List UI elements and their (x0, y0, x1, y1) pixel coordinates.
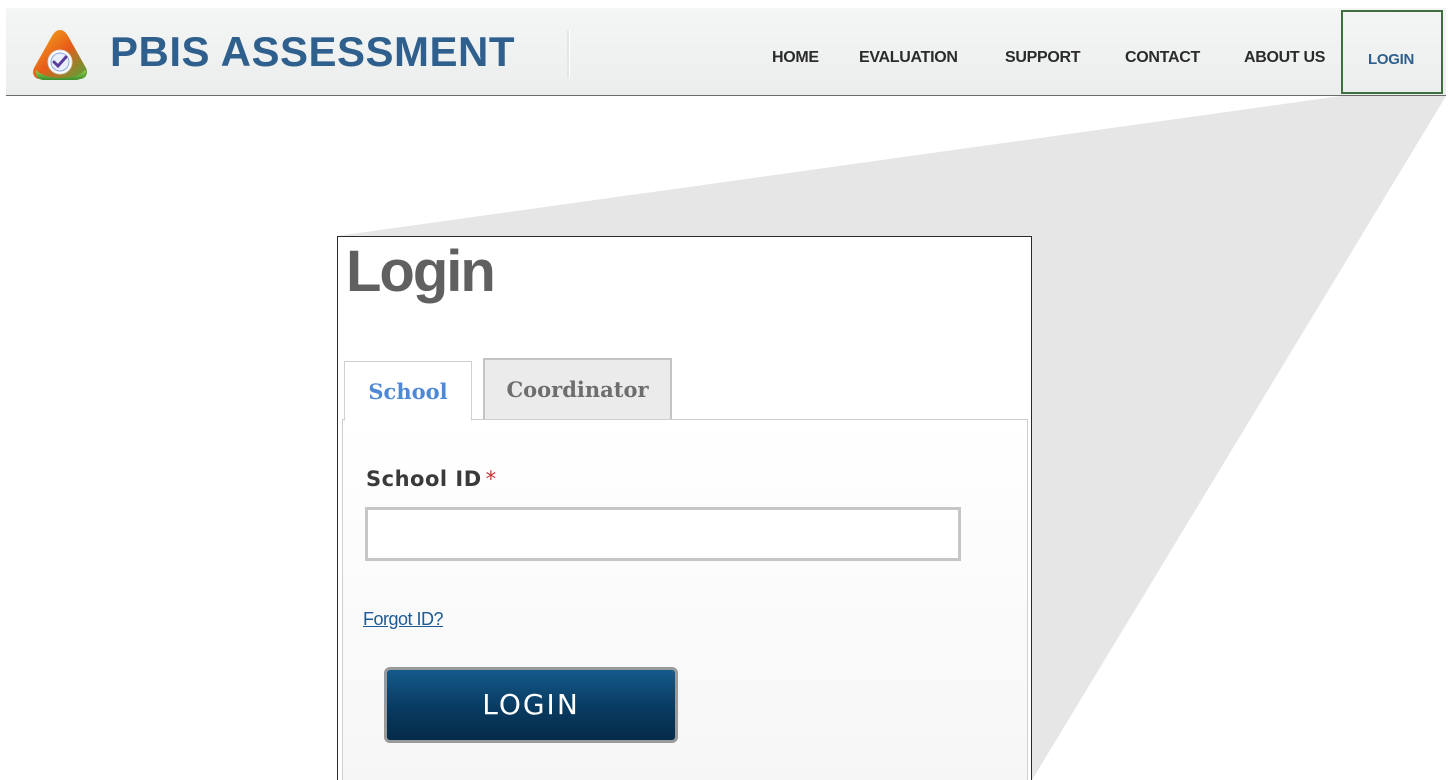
nav-evaluation[interactable]: EVALUATION (859, 48, 958, 68)
forgot-id-link[interactable]: Forgot ID? (363, 608, 444, 630)
login-button[interactable]: LOGIN (384, 667, 678, 743)
brand-divider (567, 30, 570, 78)
tab-school[interactable]: School (344, 361, 472, 421)
logo-icon[interactable] (30, 26, 90, 84)
nav-home[interactable]: HOME (772, 48, 819, 68)
brand-title[interactable]: PBIS ASSESSMENT (110, 28, 515, 76)
nav-login-label: LOGIN (1368, 51, 1414, 68)
login-panel: Login Coordinator School School ID * Forg… (337, 236, 1032, 780)
tab-coordinator[interactable]: Coordinator (483, 358, 672, 420)
nav-login[interactable]: LOGIN (1341, 10, 1443, 94)
navbar: PBIS ASSESSMENT HOME EVALUATION SUPPORT … (6, 8, 1446, 96)
nav-about-us[interactable]: ABOUT US (1244, 48, 1325, 68)
page-title: Login (346, 239, 496, 304)
school-id-input[interactable] (365, 507, 961, 561)
school-id-label: School ID * (366, 465, 497, 493)
nav-support[interactable]: SUPPORT (1005, 48, 1081, 68)
nav-contact[interactable]: CONTACT (1125, 48, 1200, 68)
school-id-label-text: School ID (366, 467, 482, 491)
page: PBIS ASSESSMENT HOME EVALUATION SUPPORT … (0, 0, 1452, 780)
required-marker: * (485, 467, 497, 491)
